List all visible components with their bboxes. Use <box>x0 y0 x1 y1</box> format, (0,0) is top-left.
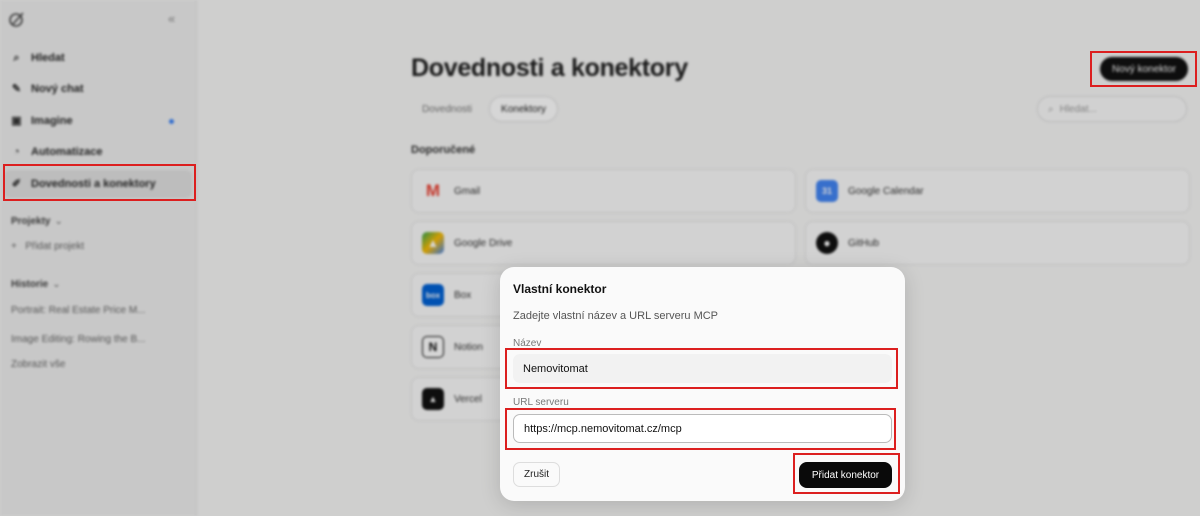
custom-connector-dialog: Vlastní konektor Zadejte vlastní název a… <box>500 267 905 501</box>
cancel-button[interactable]: Zrušit <box>513 462 560 487</box>
url-field-label: URL serveru <box>513 397 569 408</box>
dialog-description: Zadejte vlastní název a URL serveru MCP <box>513 310 719 322</box>
url-field[interactable]: https://mcp.nemovitomat.cz/mcp <box>513 414 892 443</box>
name-field-label: Název <box>513 338 542 349</box>
dialog-title: Vlastní konektor <box>513 282 607 296</box>
add-connector-button[interactable]: Přidat konektor <box>799 462 892 488</box>
name-field[interactable]: Nemovitomat <box>513 354 892 383</box>
